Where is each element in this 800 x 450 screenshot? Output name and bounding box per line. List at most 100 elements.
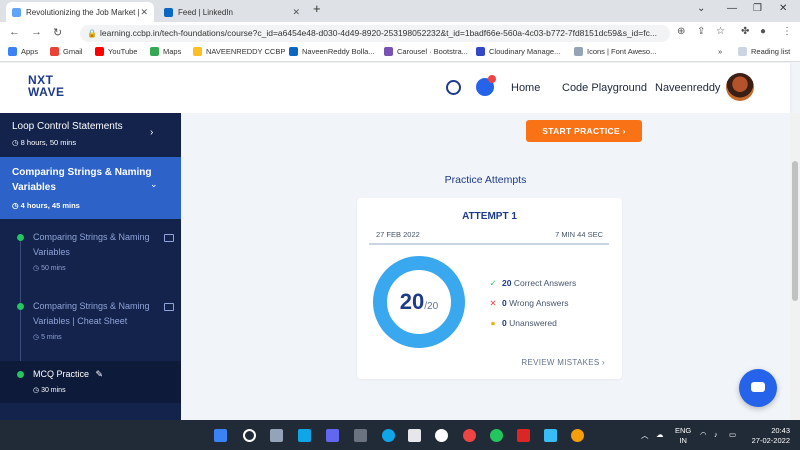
book-icon <box>164 303 174 311</box>
course-sidebar: Loop Control Statements ◷ 8 hours, 50 mi… <box>0 113 181 420</box>
review-mistakes-link[interactable]: REVIEW MISTAKES › <box>521 358 605 367</box>
cloudinary-icon <box>476 47 485 56</box>
wifi-icon[interactable]: ◠ <box>700 430 707 439</box>
browser-tab-active[interactable]: Revolutionizing the Job Market | ✕ <box>6 2 154 22</box>
bookmark-gmail[interactable]: Gmail <box>50 47 83 56</box>
scrollbar-thumb[interactable] <box>792 161 798 301</box>
page-scrollbar[interactable] <box>790 113 800 420</box>
windows-taskbar: ︿ ☁ ENG IN ◠ ♪ ▭ 20:43 27-02-2022 <box>0 420 800 450</box>
attempt-title: ATTEMPT 1 <box>462 211 517 222</box>
completed-dot-icon <box>17 303 24 310</box>
store-icon[interactable] <box>408 429 421 442</box>
url-text: learning.ccbp.in/tech-foundations/course… <box>100 28 657 38</box>
forward-icon[interactable]: → <box>31 26 42 38</box>
battery-icon[interactable]: ▭ <box>729 430 736 439</box>
attempt-card: ATTEMPT 1 27 FEB 2022 7 MIN 44 SEC 20/20… <box>357 198 622 379</box>
completed-dot-icon <box>17 371 24 378</box>
search-icon[interactable] <box>243 429 256 442</box>
bookmark-font-awesome[interactable]: Icons | Font Aweso... <box>574 47 656 56</box>
volume-icon[interactable]: ♪ <box>714 430 718 439</box>
back-icon[interactable]: ← <box>9 26 20 38</box>
opera-icon[interactable] <box>463 429 476 442</box>
close-window-icon[interactable]: ✕ <box>779 3 787 14</box>
divider <box>369 243 609 245</box>
windows-start-icon[interactable] <box>214 429 227 442</box>
bookmark-linkedin[interactable]: NaveenReddy Bolla... <box>289 47 375 56</box>
clock-icon: ◷ <box>12 201 19 210</box>
nav-code-playground[interactable]: Code Playground <box>562 82 647 94</box>
sidebar-topic-comparing-strings[interactable]: Comparing Strings & Naming Variables ◷ 4 … <box>0 157 181 219</box>
sidebar-topic-loop-control[interactable]: Loop Control Statements ◷ 8 hours, 50 mi… <box>0 113 181 156</box>
install-app-icon[interactable]: ⊕ <box>677 26 685 37</box>
bookmark-naveenreddy-ccbp[interactable]: NAVEENREDDY CCBP <box>193 47 285 56</box>
bootstrap-icon <box>384 47 393 56</box>
close-tab-icon[interactable]: ✕ <box>140 7 148 18</box>
apps-grid-icon <box>8 47 17 56</box>
reading-list-button[interactable]: Reading list <box>738 47 790 56</box>
settings-icon[interactable] <box>354 429 367 442</box>
minimize-icon[interactable]: — <box>727 3 737 14</box>
teams-chat-icon[interactable] <box>326 429 339 442</box>
address-toolbar: ← → ↻ 🔒 learning.ccbp.in/tech-foundation… <box>0 22 800 44</box>
chevron-up-icon[interactable]: ︿ <box>641 430 649 441</box>
reload-icon[interactable]: ↻ <box>53 26 62 39</box>
chevron-right-icon: › <box>622 126 626 136</box>
wrong-answers-stat: ✕ 0 Wrong Answers <box>489 298 569 308</box>
clock-icon: ◷ <box>33 334 40 341</box>
sidebar-item-comparing-strings[interactable]: Comparing Strings & Naming Variables ◷ 50… <box>0 221 181 289</box>
check-icon: ✓ <box>489 278 497 288</box>
browser-tab-linkedin[interactable]: Feed | LinkedIn ✕ <box>158 2 306 22</box>
username[interactable]: Naveenreddy <box>655 82 720 94</box>
bookmark-maps[interactable]: Maps <box>150 47 181 56</box>
chat-support-button[interactable] <box>739 369 777 407</box>
edge-icon[interactable] <box>382 429 395 442</box>
start-practice-button[interactable]: START PRACTICE › <box>526 120 642 142</box>
bookmark-cloudinary[interactable]: Cloudinary Manage... <box>476 47 560 56</box>
extensions-icon[interactable]: ✤ <box>741 26 749 37</box>
widgets-icon[interactable] <box>298 429 311 442</box>
profile-icon[interactable]: ● <box>760 26 766 37</box>
bookmark-bootstrap[interactable]: Carousel · Bootstra... <box>384 47 468 56</box>
youtube-icon <box>95 47 104 56</box>
unanswered-stat: ● 0 Unanswered <box>488 318 556 328</box>
app-header: NXT WAVE Home Code Playground Naveenredd… <box>0 63 790 113</box>
cloud-icon[interactable]: ☁ <box>656 430 664 439</box>
tab-title: Feed | LinkedIn <box>178 7 234 17</box>
share-icon[interactable]: ⇪ <box>697 26 705 37</box>
new-tab-button[interactable]: + <box>313 1 321 16</box>
language-indicator[interactable]: ENG IN <box>675 426 691 446</box>
restore-icon[interactable]: ❐ <box>753 3 762 14</box>
bookmark-star-icon[interactable]: ☆ <box>716 26 725 37</box>
close-tab-icon[interactable]: ✕ <box>292 7 300 18</box>
nav-home[interactable]: Home <box>511 82 540 94</box>
site-favicon-icon <box>12 7 21 17</box>
edit-icon: ✎ <box>95 369 104 379</box>
task-view-icon[interactable] <box>270 429 283 442</box>
address-bar[interactable]: 🔒 learning.ccbp.in/tech-foundations/cour… <box>80 25 670 42</box>
github-icon[interactable] <box>435 429 448 442</box>
timer-icon[interactable] <box>446 80 461 95</box>
chrome-icon[interactable] <box>571 429 584 442</box>
chevron-right-icon: › <box>602 358 605 367</box>
page-icon <box>574 47 583 56</box>
chevron-down-icon[interactable]: ⌄ <box>697 3 705 14</box>
more-bookmarks-button[interactable]: » <box>718 47 722 56</box>
dot-icon: ● <box>490 318 496 328</box>
clock[interactable]: 20:43 27-02-2022 <box>748 426 790 446</box>
maps-icon <box>150 47 159 56</box>
sidebar-item-mcq-practice[interactable]: MCQ Practice ✎ ◷ 30 mins <box>0 361 181 403</box>
menu-icon[interactable]: ⋮ <box>782 26 792 37</box>
page-icon <box>193 47 202 56</box>
bookmark-apps[interactable]: Apps <box>8 47 38 56</box>
mcafee-icon[interactable] <box>517 429 530 442</box>
attempt-date: 27 FEB 2022 <box>376 230 420 239</box>
whatsapp-icon[interactable] <box>490 429 503 442</box>
clock-icon: ◷ <box>33 387 40 394</box>
chevron-down-icon: ⌄ <box>150 179 158 189</box>
avatar[interactable] <box>726 73 754 101</box>
sidebar-item-cheat-sheet[interactable]: Comparing Strings & Naming Variables | Ch… <box>0 290 181 360</box>
nxtwave-logo[interactable]: NXT WAVE <box>28 74 68 98</box>
browser-tab-strip: Revolutionizing the Job Market | ✕ Feed … <box>0 0 800 22</box>
bookmark-youtube[interactable]: YouTube <box>95 47 137 56</box>
files-icon[interactable] <box>544 429 557 442</box>
